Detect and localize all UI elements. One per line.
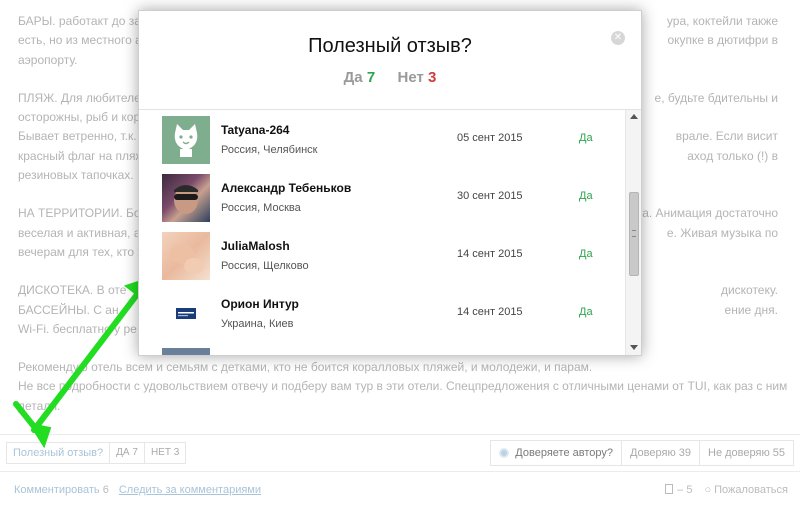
useful-review-modal: Полезный отзыв? ✕ Да 7 Нет 3 Tatyana-264… bbox=[138, 10, 642, 356]
voter-date: 05 сент 2015 bbox=[457, 132, 523, 144]
voter-name[interactable]: Орион Интур bbox=[221, 297, 299, 311]
yes-label: Да bbox=[343, 69, 363, 86]
voter-location: Россия, Москва bbox=[221, 202, 301, 214]
modal-scrollbar[interactable] bbox=[625, 110, 641, 355]
voter-location: Россия, Щелково bbox=[221, 260, 309, 272]
review-text-fragment: аход только (!) в bbox=[687, 148, 778, 163]
useful-review-link[interactable]: Полезный отзыв? bbox=[7, 443, 111, 463]
review-text-fragment: осторожны, рыб и кор bbox=[18, 110, 141, 125]
review-text-fragment: БАРЫ. работакт до за bbox=[18, 14, 141, 28]
review-text-fragment: вечерам для тех, кто х bbox=[18, 244, 144, 259]
trust-question: Доверяете автору? bbox=[491, 441, 622, 465]
info-icon bbox=[499, 448, 510, 458]
review-text-line: Не все подробности с удовольствием отвеч… bbox=[18, 377, 788, 396]
trust-author-box: Доверяете автору? Доверяю 39 Не доверяю … bbox=[490, 440, 794, 466]
comment-count: 6 bbox=[102, 484, 109, 496]
review-text-fragment: ение дня. bbox=[724, 302, 778, 317]
review-text-fragment: а. Анимация достаточно bbox=[642, 206, 778, 221]
review-text-line: Рекомендую отель всем и семьям с детками… bbox=[18, 358, 788, 377]
review-text-fragment: Рекомендую отель всем и семьям с детками… bbox=[18, 360, 593, 375]
voter-vote: Да bbox=[579, 248, 593, 260]
trust-question-label: Доверяете автору? bbox=[515, 447, 613, 459]
scroll-thumb[interactable] bbox=[629, 192, 639, 276]
comments-row: Комментировать 6 Следить за комментариям… bbox=[14, 484, 261, 496]
voter-date: 14 сент 2015 bbox=[457, 306, 523, 318]
voter-name[interactable]: Tatyana-264 bbox=[221, 123, 289, 137]
scroll-up-icon[interactable] bbox=[630, 114, 638, 119]
review-text-fragment: БАССЕЙНЫ. С ан bbox=[18, 302, 119, 317]
yes-count: 7 bbox=[366, 69, 376, 86]
review-text-fragment: ура, коктейли также bbox=[666, 14, 778, 28]
review-text-fragment: е. Живая музыка по bbox=[666, 225, 778, 240]
review-text-fragment: е, будьте бдительны и bbox=[654, 90, 778, 105]
voter-name[interactable]: Александр Тебеньков bbox=[221, 181, 351, 195]
useful-review-box: Полезный отзыв? ДА 7 НЕТ 3 bbox=[6, 442, 187, 464]
trust-button[interactable]: Доверяю 39 bbox=[622, 441, 701, 465]
voter-row: JuliaMalosh Россия, Щелково 14 сент 2015… bbox=[139, 226, 625, 284]
review-text-fragment: Wi-Fi. бесплатно у ре bbox=[18, 321, 137, 336]
comment-link[interactable]: Комментировать bbox=[14, 484, 100, 496]
review-actions: – 5 ○ Пожаловаться bbox=[665, 484, 788, 496]
review-text-fragment: Не все подробности с удовольствием отвеч… bbox=[18, 379, 788, 394]
baby-photo-avatar[interactable] bbox=[162, 232, 210, 280]
no-label: Нет bbox=[397, 69, 424, 86]
useful-no-count[interactable]: НЕТ 3 bbox=[145, 443, 185, 463]
voter-location: Украина, Киев bbox=[221, 318, 294, 330]
review-text-fragment: НА ТЕРРИТОРИИ. Боч bbox=[18, 206, 147, 221]
review-text-fragment: ПЛЯЖ. Для любителей bbox=[18, 90, 148, 105]
review-text-fragment: резиновых тапочках. bbox=[18, 168, 134, 183]
review-text-fragment: ДИСКОТЕКА. В оте bbox=[18, 283, 127, 298]
no-count: 3 bbox=[428, 69, 437, 86]
logo-avatar[interactable] bbox=[162, 290, 210, 338]
delete-action[interactable]: – 5 bbox=[665, 484, 692, 496]
review-text-fragment: дискотеку. bbox=[720, 283, 778, 298]
review-text-fragment: Бывает ветренно, т.к. bbox=[18, 129, 137, 144]
review-text-fragment: аэропорту. bbox=[18, 52, 78, 67]
voter-row bbox=[139, 342, 625, 355]
review-text-fragment: врале. Если висит bbox=[675, 129, 778, 144]
voter-date: 14 сент 2015 bbox=[457, 248, 523, 260]
voter-list[interactable]: Tatyana-264 Россия, Челябинск 05 сент 20… bbox=[139, 109, 641, 355]
scroll-down-icon[interactable] bbox=[630, 345, 638, 350]
voter-date: 30 сент 2015 bbox=[457, 190, 523, 202]
voter-vote: Да bbox=[579, 306, 593, 318]
partial-avatar[interactable] bbox=[162, 348, 210, 355]
voter-name[interactable]: JuliaMalosh bbox=[221, 239, 290, 253]
close-icon[interactable]: ✕ bbox=[611, 31, 625, 45]
voter-row: Александр Тебеньков Россия, Москва 30 се… bbox=[139, 168, 625, 226]
review-text-fragment: красный флаг на пляж bbox=[18, 148, 144, 163]
review-text-fragment: окупке в дютифри в bbox=[667, 33, 778, 48]
distrust-button[interactable]: Не доверяю 55 bbox=[700, 441, 793, 465]
photo-avatar[interactable] bbox=[162, 174, 210, 222]
voter-vote: Да bbox=[579, 190, 593, 202]
voter-row: Tatyana-264 Россия, Челябинск 05 сент 20… bbox=[139, 110, 625, 168]
complain-link[interactable]: ○ Пожаловаться bbox=[704, 484, 788, 496]
review-text-line: детали. bbox=[18, 397, 788, 416]
review-text-fragment: есть, но из местного а bbox=[18, 33, 142, 48]
modal-title: Полезный отзыв? bbox=[308, 35, 472, 57]
voter-vote: Да bbox=[579, 132, 593, 144]
vote-summary: Да 7 Нет 3 bbox=[139, 69, 641, 86]
review-text-fragment: детали. bbox=[18, 398, 61, 413]
cat-avatar[interactable] bbox=[162, 116, 210, 164]
voter-row: Орион Интур Украина, Киев 14 сент 2015 Д… bbox=[139, 284, 625, 342]
follow-comments-link[interactable]: Следить за комментариями bbox=[119, 484, 261, 496]
useful-yes-count[interactable]: ДА 7 bbox=[110, 443, 145, 463]
review-text-fragment: веселая и активная, а bbox=[18, 225, 141, 240]
trash-icon bbox=[665, 484, 674, 494]
voter-location: Россия, Челябинск bbox=[221, 144, 318, 156]
